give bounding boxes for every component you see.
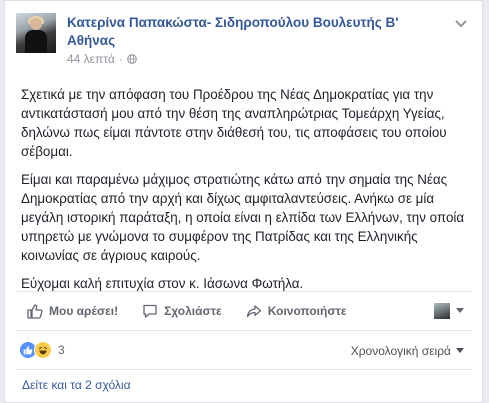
divider [17, 369, 472, 370]
comment-button[interactable]: Σχολιάστε [142, 303, 222, 319]
author-avatar[interactable] [16, 13, 56, 53]
share-label: Κοινοποιήστε [267, 304, 347, 318]
thumbs-up-icon [27, 304, 43, 319]
reaction-count: 3 [58, 343, 65, 357]
chevron-down-icon[interactable] [454, 19, 468, 29]
reactions-summary[interactable]: 3 [19, 341, 65, 359]
action-bar: Μου αρέσει! Σχολιάστε Κοινοποιήστε [17, 291, 472, 331]
like-label: Μου αρέσει! [49, 304, 119, 318]
caret-down-icon [456, 348, 464, 353]
share-as-avatar[interactable] [434, 303, 450, 319]
post-header: Κατερίνα Παπακώστα- Σιδηροπούλου Βουλευτ… [5, 1, 482, 73]
share-icon [246, 305, 261, 318]
comment-label: Σχολιάστε [164, 304, 222, 318]
author-name[interactable]: Κατερίνα Παπακώστα- Σιδηροπούλου Βουλευτ… [67, 14, 437, 50]
laughing-face-icon [38, 346, 48, 355]
haha-reaction-icon [34, 341, 52, 359]
sort-label: Χρονολογική σειρά [350, 344, 451, 358]
post-paragraph: Είμαι και παραμένω μάχιμος στρατιώτης κά… [21, 172, 465, 263]
thumbs-up-icon [23, 346, 33, 355]
avatar-body [25, 30, 47, 53]
comment-sort-dropdown[interactable]: Χρονολογική σειρά [351, 344, 464, 358]
comment-icon [143, 304, 157, 318]
post-timestamp[interactable]: 44 λεπτά [67, 52, 115, 66]
post-body: Σχετικά με την απόφαση του Προέδρου της … [21, 85, 473, 302]
like-button[interactable]: Μου αρέσει! [27, 303, 118, 319]
view-all-comments-link[interactable]: Δείτε και τα 2 σχόλια [22, 378, 131, 392]
post-meta: 44 λεπτά · [67, 52, 137, 66]
caret-down-icon[interactable] [456, 308, 464, 314]
avatar-head [30, 18, 42, 30]
post-card: Κατερίνα Παπακώστα- Σιδηροπούλου Βουλευτ… [4, 0, 483, 403]
share-button[interactable]: Κοινοποιήστε [246, 303, 347, 319]
globe-icon[interactable] [127, 54, 137, 64]
post-paragraph: Σχετικά με την απόφαση του Προέδρου της … [21, 87, 447, 159]
